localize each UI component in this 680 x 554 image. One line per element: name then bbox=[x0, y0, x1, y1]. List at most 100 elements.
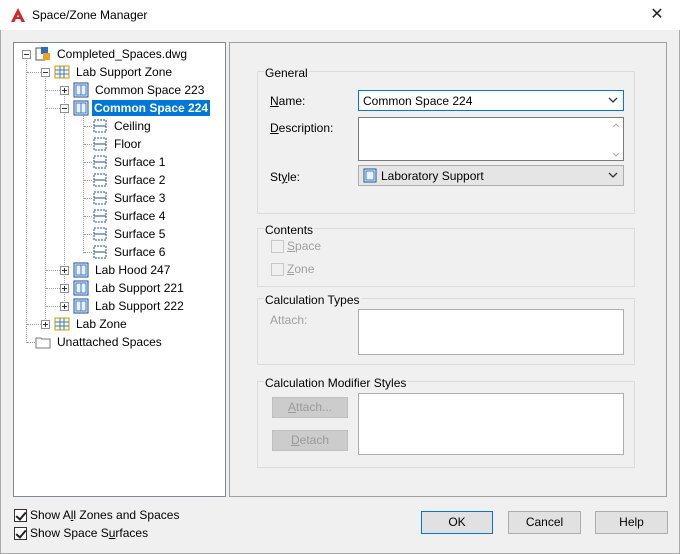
zone-icon bbox=[54, 317, 70, 331]
tree-label-surface-4[interactable]: Surface 4 bbox=[112, 208, 167, 224]
tree-node-surface-1[interactable]: Surface 1 bbox=[14, 153, 224, 171]
tree-line bbox=[84, 126, 92, 127]
tree-node-lab-support-zone[interactable]: Lab Support Zone bbox=[14, 63, 224, 81]
calc-modifier-styles-list[interactable] bbox=[358, 393, 624, 455]
tree-node-surface-3[interactable]: Surface 3 bbox=[14, 189, 224, 207]
tree-node-unattached-spaces[interactable]: Unattached Spaces bbox=[14, 333, 224, 351]
space-icon bbox=[73, 100, 89, 116]
show-space-surfaces-label: Show Space Surfaces bbox=[30, 526, 149, 540]
cancel-button[interactable]: Cancel bbox=[508, 511, 581, 534]
name-label: Name: bbox=[270, 94, 306, 108]
detach-button[interactable]: Detach bbox=[272, 430, 348, 451]
tree-line bbox=[84, 180, 92, 181]
tree-label-floor[interactable]: Floor bbox=[112, 136, 143, 152]
name-combobox[interactable]: Common Space 224 bbox=[358, 90, 624, 111]
tree-label-unattached-spaces[interactable]: Unattached Spaces bbox=[55, 334, 164, 350]
expand-icon[interactable] bbox=[41, 320, 50, 329]
show-space-surfaces-checkbox[interactable] bbox=[14, 527, 27, 540]
tree-node-lab-hood-247[interactable]: Lab Hood 247 bbox=[14, 261, 224, 279]
tree-label-lab-support-222[interactable]: Lab Support 222 bbox=[93, 298, 186, 314]
tree-line bbox=[46, 270, 60, 271]
expand-icon[interactable] bbox=[60, 302, 69, 311]
tree-line bbox=[84, 234, 92, 235]
show-all-zones-checkbox[interactable] bbox=[14, 509, 27, 522]
help-button[interactable]: Help bbox=[595, 511, 668, 534]
surface-icon bbox=[93, 227, 107, 241]
tree-node-surface-6[interactable]: Surface 6 bbox=[14, 243, 224, 261]
tree-label-surface-5[interactable]: Surface 5 bbox=[112, 226, 167, 242]
close-icon[interactable]: ✕ bbox=[650, 6, 663, 23]
tree-node-common-space-223[interactable]: Common Space 223 bbox=[14, 81, 224, 99]
properties-panel: General Name: Common Space 224 Descripti… bbox=[229, 42, 667, 497]
tree-label-common-space-223[interactable]: Common Space 223 bbox=[93, 82, 206, 98]
calculation-types-title: Calculation Types bbox=[264, 293, 361, 307]
scroll-arrows-icon[interactable] bbox=[611, 121, 621, 159]
attach-label: Attach: bbox=[270, 313, 308, 327]
tree-label-root[interactable]: Completed_Spaces.dwg bbox=[55, 46, 189, 62]
tree-line bbox=[46, 90, 60, 91]
space-icon bbox=[73, 280, 89, 296]
expand-icon[interactable] bbox=[60, 284, 69, 293]
expand-icon[interactable] bbox=[60, 266, 69, 275]
chevron-down-icon[interactable] bbox=[607, 169, 619, 181]
zone-checkbox[interactable] bbox=[271, 263, 284, 276]
tree-label-lab-zone[interactable]: Lab Zone bbox=[74, 316, 129, 332]
style-dropdown[interactable]: Laboratory Support bbox=[358, 165, 624, 186]
surface-icon bbox=[93, 173, 107, 187]
tree-label-ceiling[interactable]: Ceiling bbox=[112, 118, 153, 134]
description-field[interactable] bbox=[358, 117, 624, 161]
collapse-icon[interactable] bbox=[60, 104, 69, 113]
tree-line bbox=[84, 144, 92, 145]
tree-node-common-space-224[interactable]: Common Space 224 bbox=[14, 99, 224, 117]
tree-label-surface-1[interactable]: Surface 1 bbox=[112, 154, 167, 170]
title-bar: Space/Zone Manager ✕ bbox=[0, 0, 680, 30]
expand-icon[interactable] bbox=[60, 86, 69, 95]
tree-node-surface-2[interactable]: Surface 2 bbox=[14, 171, 224, 189]
chevron-down-icon[interactable] bbox=[607, 94, 619, 106]
attach-button[interactable]: Attach... bbox=[272, 397, 348, 418]
surface-icon bbox=[93, 191, 107, 205]
tree-node-surface-4[interactable]: Surface 4 bbox=[14, 207, 224, 225]
tree-label-surface-2[interactable]: Surface 2 bbox=[112, 172, 167, 188]
collapse-icon[interactable] bbox=[22, 50, 31, 59]
zone-icon bbox=[54, 65, 70, 79]
name-value[interactable]: Common Space 224 bbox=[363, 94, 472, 108]
drawing-file-icon bbox=[35, 47, 50, 61]
surface-icon bbox=[93, 137, 107, 151]
surface-icon bbox=[93, 245, 107, 259]
surface-icon bbox=[93, 119, 107, 133]
calculation-types-list[interactable] bbox=[358, 309, 624, 355]
calc-modifier-styles-title: Calculation Modifier Styles bbox=[264, 376, 408, 390]
tree-label-lab-support-zone[interactable]: Lab Support Zone bbox=[74, 64, 174, 80]
tree-node-lab-support-221[interactable]: Lab Support 221 bbox=[14, 279, 224, 297]
space-checkbox[interactable] bbox=[271, 240, 284, 253]
tree-node-lab-support-222[interactable]: Lab Support 222 bbox=[14, 297, 224, 315]
tree-label-common-space-224[interactable]: Common Space 224 bbox=[92, 100, 211, 116]
tree-line bbox=[84, 162, 92, 163]
tree-line bbox=[27, 324, 41, 325]
tree-node-surface-5[interactable]: Surface 5 bbox=[14, 225, 224, 243]
tree-label-surface-6[interactable]: Surface 6 bbox=[112, 244, 167, 260]
tree-line bbox=[27, 342, 35, 343]
general-group-title: General bbox=[264, 66, 309, 80]
collapse-icon[interactable] bbox=[41, 68, 50, 77]
space-zone-tree[interactable]: Completed_Spaces.dwg Lab Support Zone Co… bbox=[13, 42, 226, 497]
tree-label-lab-support-221[interactable]: Lab Support 221 bbox=[93, 280, 186, 296]
tree-node-root[interactable]: Completed_Spaces.dwg bbox=[14, 45, 224, 63]
description-label: Description: bbox=[270, 121, 334, 135]
style-label: Style: bbox=[270, 170, 301, 184]
close-button[interactable]: ✕ bbox=[634, 0, 680, 30]
tree-label-lab-hood-247[interactable]: Lab Hood 247 bbox=[93, 262, 172, 278]
tree-line bbox=[84, 216, 92, 217]
style-value[interactable]: Laboratory Support bbox=[381, 169, 484, 183]
ok-button[interactable]: OK bbox=[421, 511, 493, 534]
space-checkbox-label: Space bbox=[287, 239, 322, 253]
autocad-a-icon bbox=[11, 8, 25, 22]
tree-node-floor[interactable]: Floor bbox=[14, 135, 224, 153]
tree-label-surface-3[interactable]: Surface 3 bbox=[112, 190, 167, 206]
tree-node-ceiling[interactable]: Ceiling bbox=[14, 117, 224, 135]
tree-line bbox=[84, 252, 92, 253]
space-style-icon bbox=[363, 168, 377, 183]
space-icon bbox=[73, 298, 89, 314]
tree-node-lab-zone[interactable]: Lab Zone bbox=[14, 315, 224, 333]
